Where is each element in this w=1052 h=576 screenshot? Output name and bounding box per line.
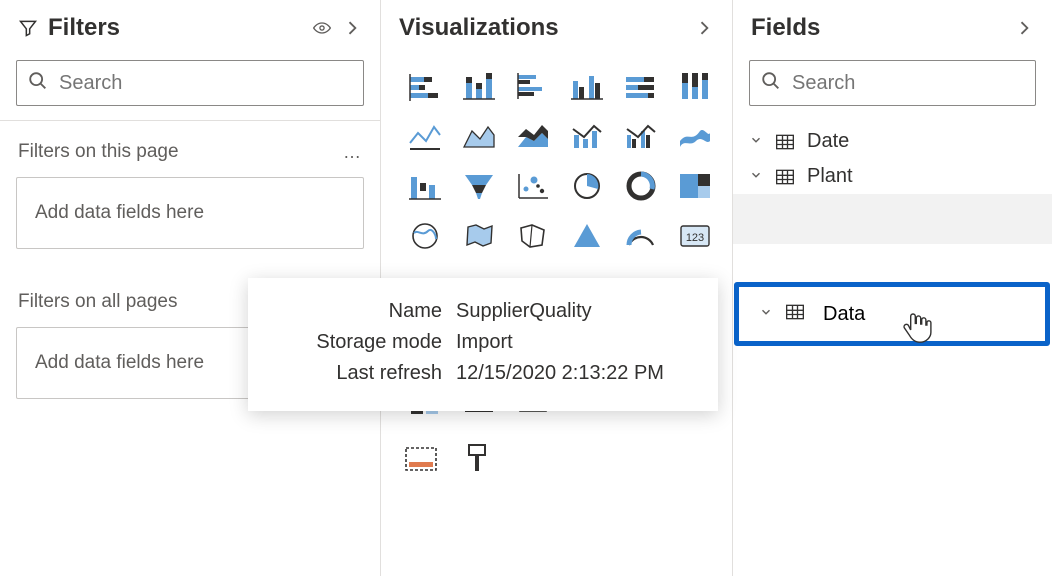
fields-header: Fields	[733, 0, 1052, 60]
tooltip-key: Storage mode	[268, 331, 442, 354]
tooltip-row: Last refresh 12/15/2020 2:13:22 PM	[268, 358, 698, 389]
more-icon[interactable]: …	[343, 142, 362, 163]
tooltip-row: Storage mode Import	[268, 327, 698, 358]
tooltip-key: Name	[268, 300, 442, 323]
table-row-editing[interactable]	[733, 194, 1052, 244]
chevron-down-icon	[749, 165, 763, 188]
card-icon[interactable]: 123	[673, 216, 717, 256]
shape-map-icon[interactable]	[511, 216, 555, 256]
map-icon[interactable]	[403, 216, 447, 256]
funnel-icon	[18, 18, 38, 38]
table-icon	[773, 132, 797, 152]
area-chart-icon[interactable]	[457, 116, 501, 156]
fields-tab-icon[interactable]	[403, 442, 439, 479]
fields-tables-list: Date Plant	[733, 120, 1052, 248]
drop-text: Add data fields here	[35, 352, 204, 373]
fields-pane: Fields Date Plant	[732, 0, 1052, 576]
stacked-bar-icon[interactable]	[403, 66, 447, 106]
visualizations-footer	[381, 432, 732, 489]
search-icon	[27, 70, 49, 97]
waterfall-icon[interactable]	[403, 166, 447, 206]
treemap-icon[interactable]	[673, 166, 717, 206]
chevron-down-icon	[749, 130, 763, 153]
tooltip-value: Import	[456, 331, 698, 354]
azure-map-icon[interactable]	[565, 216, 609, 256]
line-stacked-column-icon[interactable]	[565, 116, 609, 156]
filters-page-label: Filters on this page	[18, 141, 343, 163]
filters-header: Filters	[0, 0, 380, 60]
chevron-down-icon	[759, 305, 773, 324]
fields-search[interactable]	[749, 60, 1036, 106]
table-name: Plant	[807, 165, 1042, 188]
visualizations-title: Visualizations	[399, 14, 684, 42]
chevron-right-icon[interactable]	[342, 18, 362, 38]
table-tooltip: Name SupplierQuality Storage mode Import…	[248, 278, 718, 411]
stacked-area-icon[interactable]	[511, 116, 555, 156]
fields-title: Fields	[751, 14, 1004, 42]
clustered-bar-icon[interactable]	[511, 66, 555, 106]
search-icon	[760, 70, 782, 97]
gauge-icon[interactable]	[619, 216, 663, 256]
chevron-right-icon[interactable]	[694, 18, 714, 38]
table-icon	[783, 302, 807, 327]
visualizations-header: Visualizations	[381, 0, 732, 60]
donut-chart-icon[interactable]	[619, 166, 663, 206]
filters-page-dropwell[interactable]: Add data fields here	[16, 177, 364, 249]
stacked-column-icon[interactable]	[457, 66, 501, 106]
eye-icon[interactable]	[312, 18, 332, 38]
hundred-stacked-bar-icon[interactable]	[619, 66, 663, 106]
line-chart-icon[interactable]	[403, 116, 447, 156]
drop-text: Add data fields here	[35, 202, 204, 223]
svg-text:123: 123	[686, 232, 704, 244]
tooltip-key: Last refresh	[268, 362, 442, 385]
ribbon-chart-icon[interactable]	[673, 116, 717, 156]
hundred-stacked-column-icon[interactable]	[673, 66, 717, 106]
tooltip-row: Name SupplierQuality	[268, 296, 698, 327]
fields-search-input[interactable]	[792, 72, 1025, 95]
table-row[interactable]: Date	[733, 124, 1052, 159]
tooltip-value: 12/15/2020 2:13:22 PM	[456, 362, 698, 385]
pie-chart-icon[interactable]	[565, 166, 609, 206]
filters-search-input[interactable]	[59, 72, 353, 95]
funnel-chart-icon[interactable]	[457, 166, 501, 206]
filters-search[interactable]	[16, 60, 364, 106]
format-tab-icon[interactable]	[459, 442, 495, 479]
filters-page-section: Filters on this page …	[0, 121, 380, 177]
table-icon	[773, 167, 797, 187]
filled-map-icon[interactable]	[457, 216, 501, 256]
table-rename-input[interactable]	[817, 301, 1017, 328]
chevron-right-icon[interactable]	[1014, 18, 1034, 38]
tooltip-value: SupplierQuality	[456, 300, 698, 323]
table-name: Date	[807, 130, 1042, 153]
scatter-chart-icon[interactable]	[511, 166, 555, 206]
filters-title: Filters	[48, 14, 302, 42]
line-clustered-column-icon[interactable]	[619, 116, 663, 156]
table-row[interactable]: Plant	[733, 159, 1052, 194]
clustered-column-icon[interactable]	[565, 66, 609, 106]
visualizations-gallery: 123	[381, 60, 732, 266]
